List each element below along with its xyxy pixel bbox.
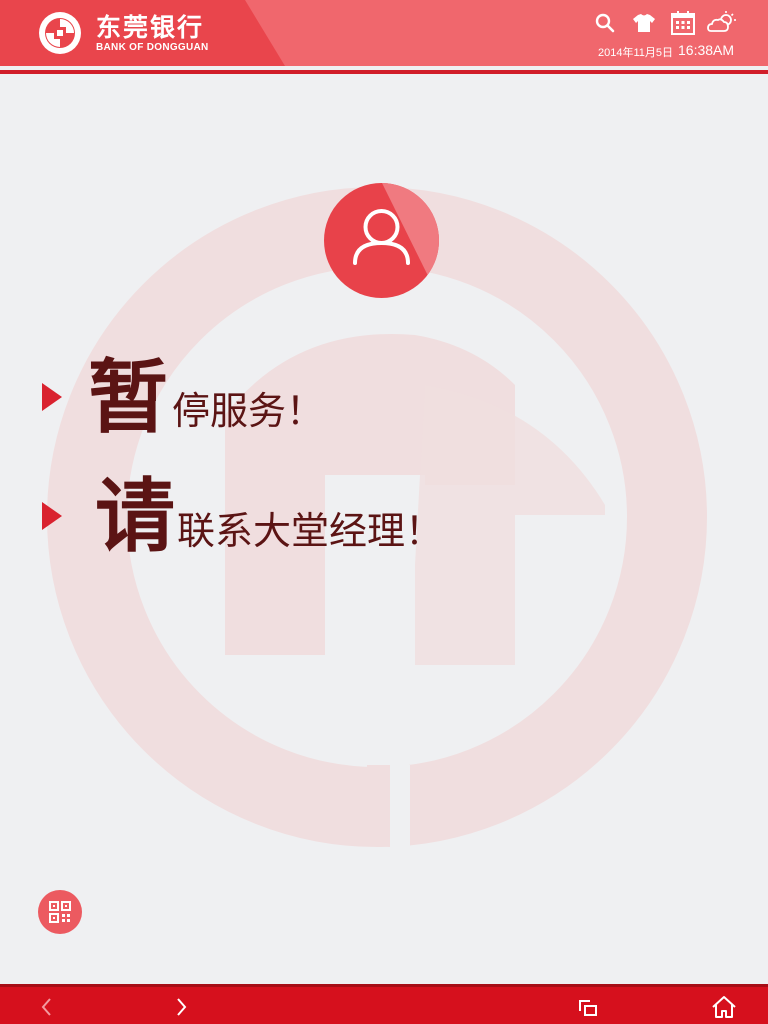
shirt-icon[interactable]	[630, 10, 658, 36]
home-icon[interactable]	[710, 993, 738, 1021]
message-2-text: 联系大堂经理！	[177, 509, 444, 553]
message-1-text: 停服务！	[172, 389, 325, 433]
time-label: 16:38AM	[678, 42, 735, 58]
bullet-arrow-icon	[42, 383, 62, 411]
app-screen: 东莞银行 BANK OF DONGGUAN 2014年11月5日 16:38AM…	[0, 0, 768, 1024]
qr-code-button[interactable]	[38, 890, 82, 934]
bottom-nav-bar	[0, 984, 768, 1024]
bank-name-en: BANK OF DONGGUAN	[96, 42, 209, 53]
search-icon[interactable]	[591, 10, 619, 36]
user-icon	[353, 183, 439, 298]
back-arrow-icon[interactable]	[33, 993, 61, 1021]
bullet-arrow-icon	[42, 502, 62, 530]
weather-icon[interactable]	[706, 10, 738, 36]
top-header: 东莞银行 BANK OF DONGGUAN 2014年11月5日 16:38AM	[0, 0, 768, 66]
qr-code-icon	[49, 901, 71, 923]
header-divider	[0, 70, 768, 74]
message-2-highlight: 请	[95, 470, 175, 563]
bank-name-cn: 东莞银行	[96, 13, 205, 42]
window-switch-icon[interactable]	[575, 993, 603, 1021]
bank-logo-icon	[39, 12, 81, 54]
date-label: 2014年11月5日	[598, 47, 674, 59]
calendar-icon[interactable]	[669, 10, 697, 36]
forward-arrow-icon[interactable]	[167, 993, 195, 1021]
message-1-highlight: 暂	[88, 351, 168, 444]
avatar	[324, 183, 439, 298]
